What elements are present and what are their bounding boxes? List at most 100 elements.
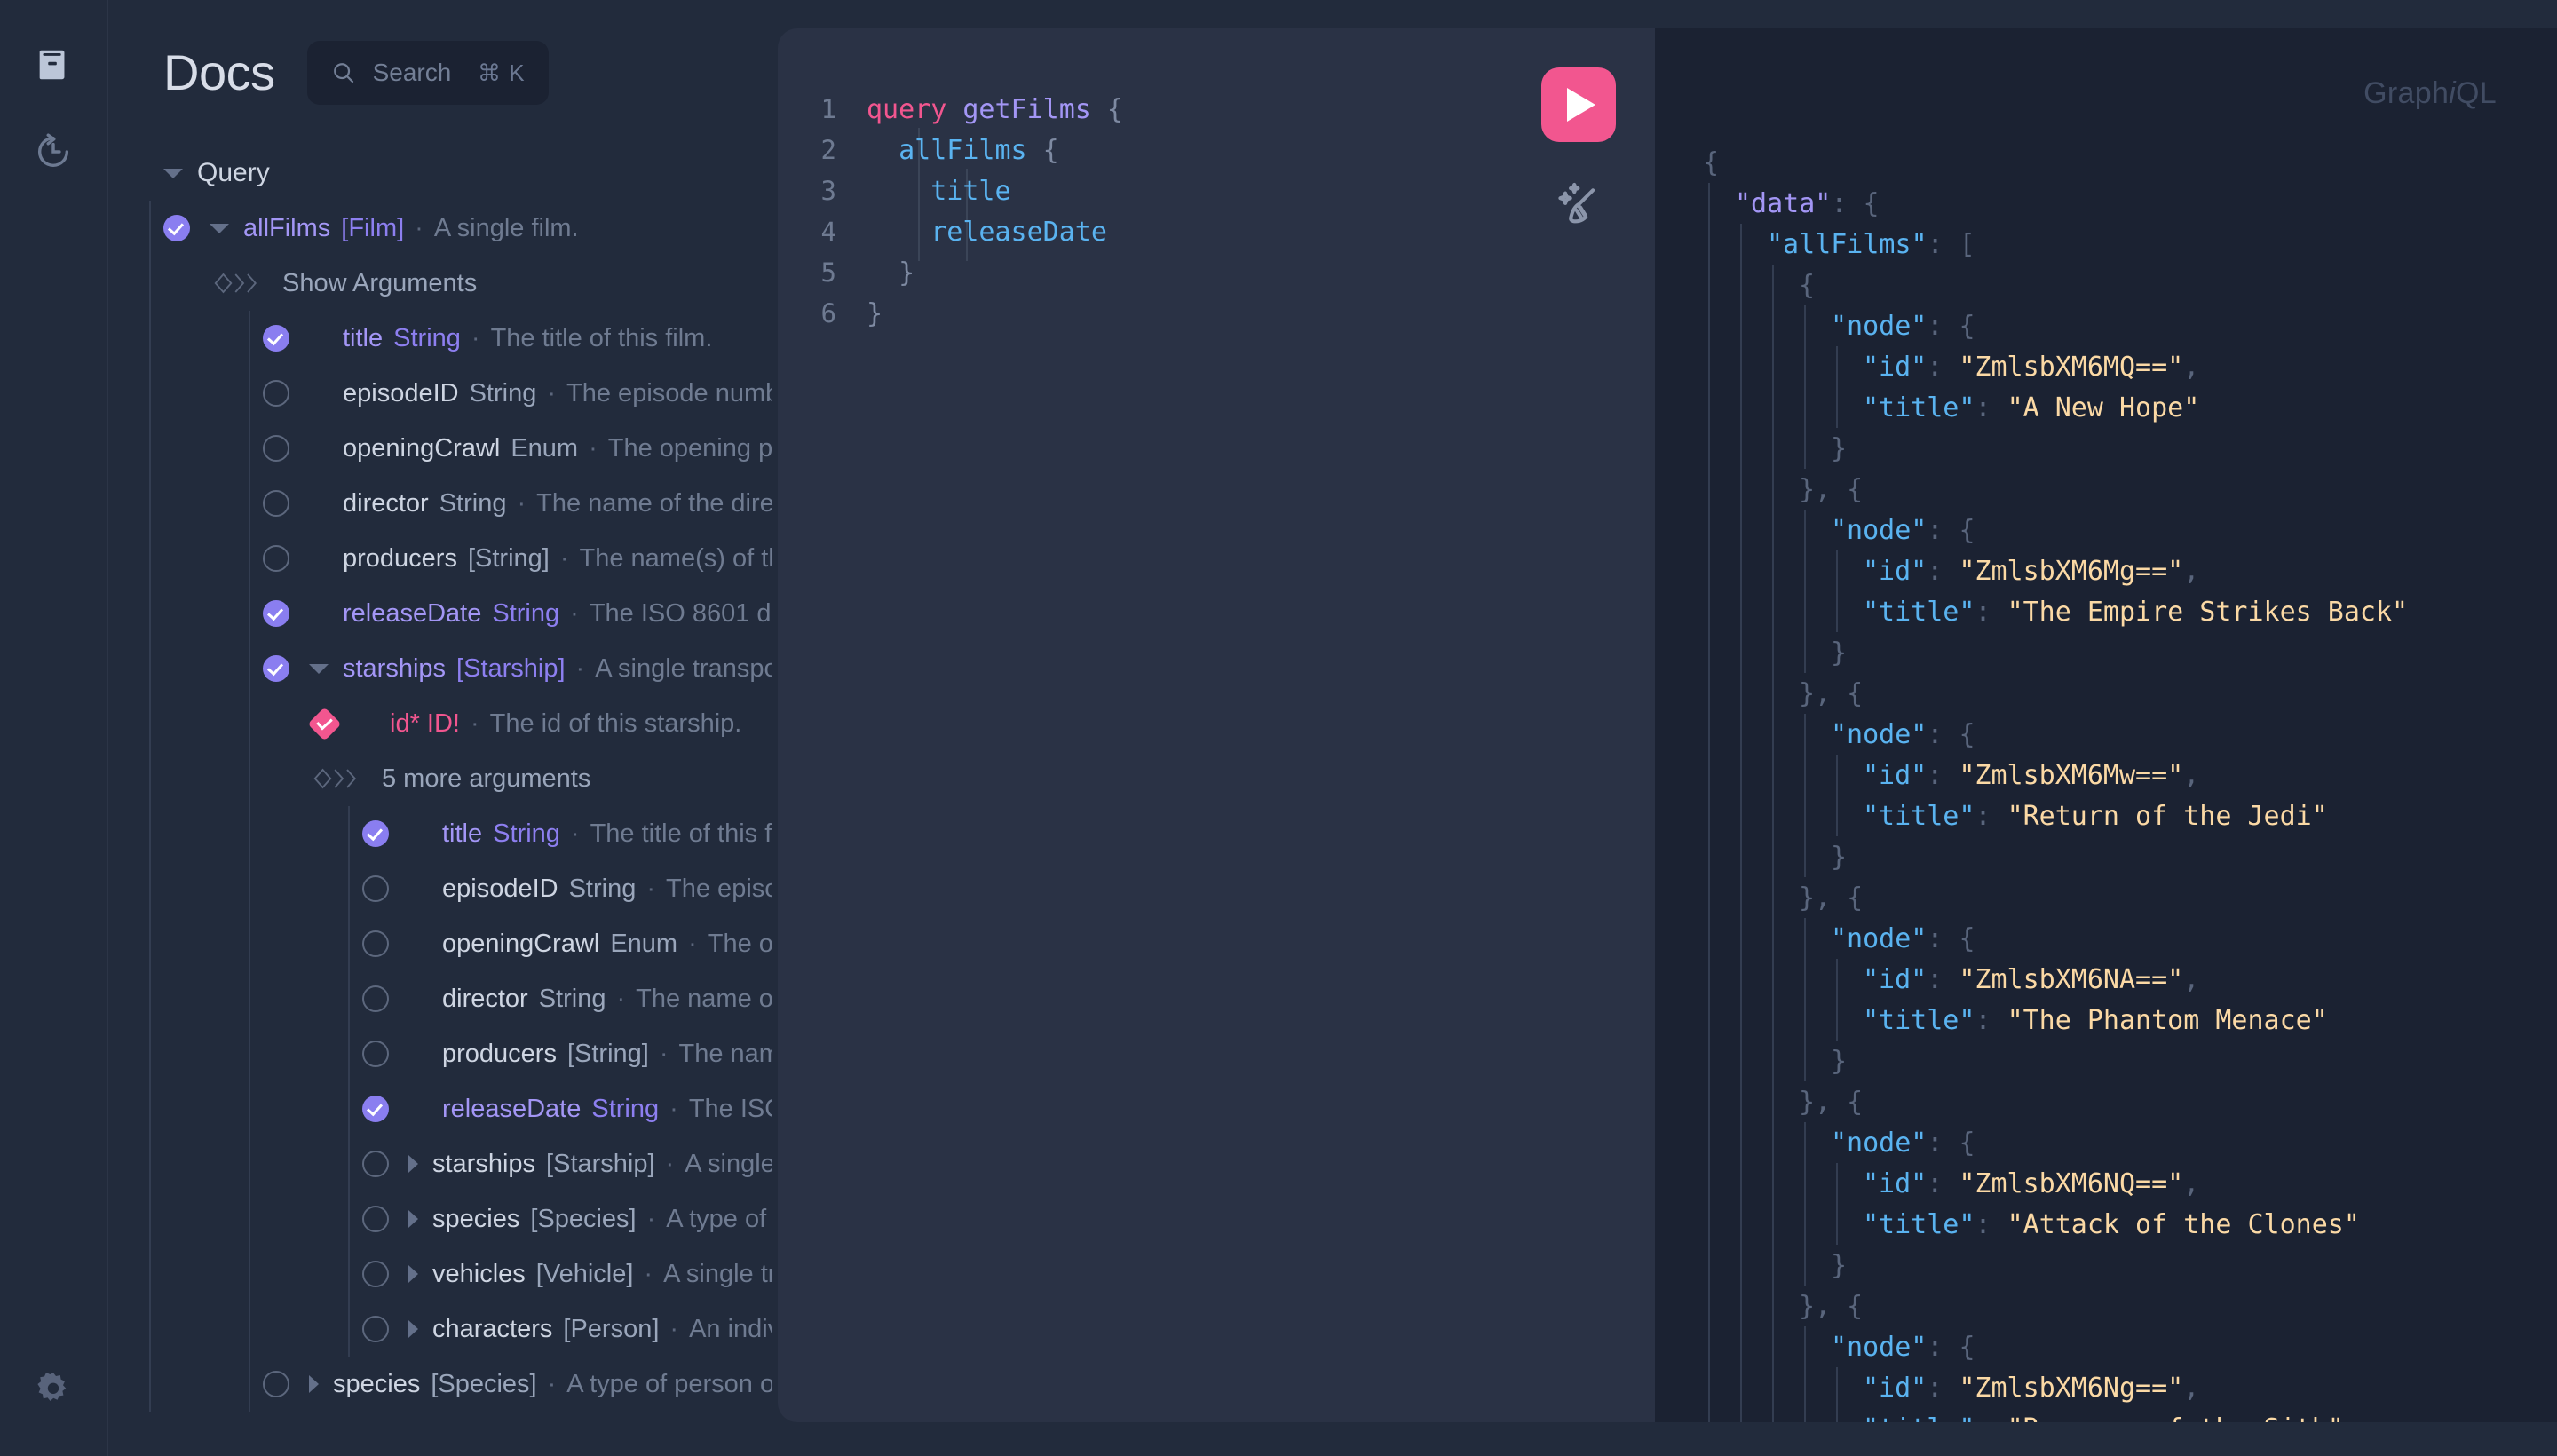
schema-tree: Query allFilms [Film] · A single film. Show … <box>108 146 772 1412</box>
tree-item-species[interactable]: species [Species] · A type of person or cha… <box>108 1357 772 1412</box>
tree-item-episodeid[interactable]: episodeID String · The episode number of th… <box>108 861 772 916</box>
docs-toggle-button[interactable] <box>19 30 88 99</box>
tree-root-query[interactable]: Query <box>108 146 772 201</box>
code-text: } <box>867 257 915 289</box>
field-description: The name of the director of this film. <box>536 488 772 518</box>
field-checkbox[interactable] <box>362 1261 389 1287</box>
tree-item-releasedate[interactable]: releaseDate String · The ISO 8601 date form… <box>108 586 772 641</box>
tree-item-director[interactable]: director String · The name of the director. <box>108 971 772 1026</box>
json-indent-guide <box>1836 1163 1838 1245</box>
line-number: 1 <box>820 94 836 124</box>
field-type: String <box>568 874 637 903</box>
execute-query-button[interactable] <box>1541 67 1616 142</box>
json-indent-guide <box>1708 183 1710 1422</box>
chevron-right-icon[interactable] <box>408 1155 418 1173</box>
chevron-right-icon[interactable] <box>408 1265 418 1283</box>
tree-item-starships[interactable]: starships [Starship] · A single transport c… <box>108 1136 772 1191</box>
tree-item-director[interactable]: director String · The name of the director … <box>108 476 772 531</box>
tree-item-vehicles[interactable]: vehicles [Vehicle] · A single transport cra… <box>108 1246 772 1302</box>
json-indent-guide <box>1804 510 1806 673</box>
response-json: {"data": {"allFilms": [{"node": {"id": "… <box>1655 28 2557 1422</box>
field-checkbox[interactable] <box>362 820 389 847</box>
chevron-down-icon[interactable] <box>210 223 229 233</box>
json-line: }, { <box>1799 1086 1864 1118</box>
tree-item-openingcrawl[interactable]: openingCrawl Enum · The opening paragraphs … <box>108 421 772 476</box>
field-checkbox[interactable] <box>263 325 289 352</box>
field-checkbox[interactable] <box>263 545 289 572</box>
required-field-marker[interactable] <box>307 706 342 741</box>
json-line: }, { <box>1799 677 1864 709</box>
field-checkbox[interactable] <box>362 1041 389 1067</box>
docs-panel: Docs Search ⌘ K Query allFilms [Film] · A s… <box>108 0 772 1456</box>
separator-dot: · <box>470 708 479 738</box>
field-checkbox[interactable] <box>362 930 389 957</box>
field-checkbox[interactable] <box>263 435 289 462</box>
separator-dot: · <box>547 1369 557 1398</box>
json-line: "id": "ZmlsbXM6Mw==", <box>1863 759 2200 791</box>
prettify-query-button[interactable] <box>1547 174 1612 240</box>
field-name: characters <box>432 1314 553 1343</box>
arguments-icon <box>213 270 265 297</box>
field-checkbox[interactable] <box>263 490 289 517</box>
tree-item-title[interactable]: title String · The title of this film. <box>108 311 772 366</box>
field-type: [Person] <box>563 1314 660 1343</box>
chevron-right-icon[interactable] <box>309 1375 319 1393</box>
field-checkbox[interactable] <box>362 985 389 1012</box>
tree-item-allfilms[interactable]: allFilms [Film] · A single film. <box>108 201 772 256</box>
tree-item-title[interactable]: title String · The title of this film. <box>108 806 772 861</box>
tree-item-show-arguments[interactable]: Show Arguments <box>108 256 772 311</box>
field-checkbox[interactable] <box>362 1206 389 1232</box>
settings-button[interactable] <box>19 1355 88 1424</box>
tree-item-producers[interactable]: producers [String] · The name(s) of the pro… <box>108 531 772 586</box>
json-indent-guide <box>1836 346 1838 428</box>
separator-dot: · <box>616 984 626 1013</box>
field-checkbox[interactable] <box>362 1151 389 1177</box>
field-type: [Film] <box>341 213 405 242</box>
query-editor-pane[interactable]: 1 query getFilms {2 allFilms {3 title 4 re… <box>778 28 1655 1422</box>
chevron-right-icon[interactable] <box>408 1210 418 1228</box>
chevron-down-icon[interactable] <box>309 663 329 674</box>
field-name: title <box>442 819 483 848</box>
tree-item-starships[interactable]: starships [Starship] · A single transport c… <box>108 641 772 696</box>
field-type: [Species] <box>431 1369 537 1398</box>
field-type: [Starship] <box>456 653 566 683</box>
field-name: title <box>343 323 384 352</box>
field-checkbox[interactable] <box>263 380 289 407</box>
query-code[interactable]: 1 query getFilms {2 allFilms {3 title 4 re… <box>778 28 1655 334</box>
response-pane[interactable]: GraphiQL {"data": {"allFilms": [{"node":… <box>1655 28 2557 1422</box>
line-number: 3 <box>820 176 836 206</box>
tree-item-characters[interactable]: characters [Person] · An individual person … <box>108 1302 772 1357</box>
search-input[interactable]: Search ⌘ K <box>306 41 549 105</box>
chevron-right-icon[interactable] <box>408 1320 418 1338</box>
tree-item-producers[interactable]: producers [String] · The name(s) of the pro… <box>108 1026 772 1081</box>
field-name: species <box>333 1369 421 1398</box>
field-name: releaseDate <box>442 1094 582 1123</box>
tree-item-releasedate[interactable]: releaseDate String · The ISO 8601 date. <box>108 1081 772 1136</box>
field-checkbox[interactable] <box>362 875 389 902</box>
field-description: The name(s) of the producer(s) of this f… <box>579 543 772 573</box>
history-button[interactable] <box>19 117 88 186</box>
field-checkbox[interactable] <box>163 215 190 241</box>
code-text: allFilms { <box>899 134 1059 166</box>
field-type: [Starship] <box>546 1149 655 1178</box>
field-checkbox[interactable] <box>362 1096 389 1122</box>
tree-item-id-id-[interactable]: id* ID! · The id of this starship. <box>108 696 772 751</box>
field-description: The episode number of this film. <box>666 874 772 903</box>
code-line: 5 } <box>778 252 1655 293</box>
tree-item-openingcrawl[interactable]: openingCrawl Enum · The opening paragraphs … <box>108 916 772 971</box>
field-type: Enum <box>511 433 579 463</box>
tree-item-5-more-arguments[interactable]: 5 more arguments <box>108 751 772 806</box>
separator-dot: · <box>644 1259 653 1288</box>
json-line: }, { <box>1799 882 1864 914</box>
field-checkbox[interactable] <box>263 600 289 627</box>
field-name: starships <box>343 653 447 683</box>
field-checkbox[interactable] <box>263 1371 289 1397</box>
icon-rail <box>0 0 108 1456</box>
code-text: releaseDate <box>930 216 1107 248</box>
tree-item-species[interactable]: species [Species] · A type of person or cha… <box>108 1191 772 1246</box>
code-text: title <box>930 175 1011 207</box>
field-description: The name of the director. <box>636 984 772 1013</box>
field-checkbox[interactable] <box>362 1316 389 1342</box>
field-checkbox[interactable] <box>263 655 289 682</box>
tree-item-episodeid[interactable]: episodeID String · The episode number of th… <box>108 366 772 421</box>
